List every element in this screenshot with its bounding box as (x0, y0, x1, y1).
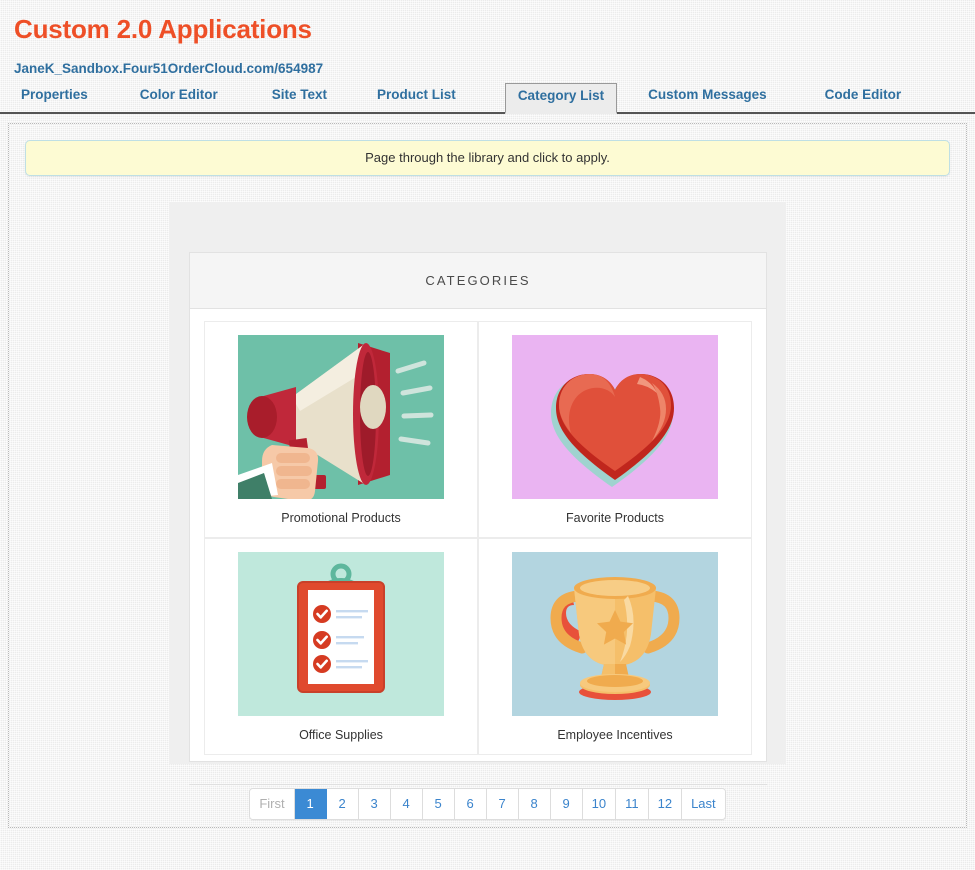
categories-panel: CATEGORIES Promotional Products Favorite… (189, 252, 767, 762)
categories-grid: Promotional Products Favorite Products O… (204, 321, 752, 755)
pagination-page-6[interactable]: 6 (454, 789, 487, 819)
megaphone-icon (238, 335, 444, 499)
pagination-page-12[interactable]: 12 (648, 789, 683, 819)
pagination-page-9[interactable]: 9 (550, 789, 583, 819)
pagination-list: First 1 2 3 4 5 6 7 8 9 10 11 12 Last (249, 788, 726, 820)
pagination-page-10[interactable]: 10 (582, 789, 617, 819)
tab-properties[interactable]: Properties (8, 82, 101, 112)
category-label: Employee Incentives (557, 728, 673, 742)
category-label: Favorite Products (566, 511, 664, 525)
pagination-page-5[interactable]: 5 (422, 789, 455, 819)
clipboard-checklist-icon (238, 552, 444, 716)
page-title: Custom 2.0 Applications (14, 14, 312, 44)
instruction-banner: Page through the library and click to ap… (25, 140, 950, 176)
categories-title: CATEGORIES (425, 273, 531, 288)
panel-divider (189, 784, 767, 785)
tab-product-list[interactable]: Product List (364, 82, 469, 112)
heart-icon (512, 335, 718, 499)
category-label: Promotional Products (281, 511, 401, 525)
pagination-page-7[interactable]: 7 (486, 789, 519, 819)
tab-bar: Properties Color Editor Site Text Produc… (0, 82, 975, 114)
content-panel: Page through the library and click to ap… (8, 123, 967, 828)
category-tile-office-supplies[interactable]: Office Supplies (204, 538, 478, 755)
tab-color-editor[interactable]: Color Editor (127, 82, 231, 112)
pagination-page-4[interactable]: 4 (390, 789, 423, 819)
site-url: JaneK_Sandbox.Four51OrderCloud.com/65498… (14, 61, 324, 76)
tab-site-text[interactable]: Site Text (259, 82, 340, 112)
pagination-page-3[interactable]: 3 (358, 789, 391, 819)
pagination-page-8[interactable]: 8 (518, 789, 551, 819)
categories-panel-header: CATEGORIES (190, 253, 766, 309)
tab-category-list[interactable]: Category List (504, 83, 618, 114)
pagination-page-2[interactable]: 2 (326, 789, 359, 819)
preview-frame: CATEGORIES Promotional Products Favorite… (169, 202, 786, 785)
category-tile-employee-incentives[interactable]: Employee Incentives (478, 538, 752, 755)
category-tile-favorite-products[interactable]: Favorite Products (478, 321, 752, 538)
tab-code-editor[interactable]: Code Editor (812, 82, 915, 112)
tab-custom-messages[interactable]: Custom Messages (635, 82, 780, 112)
category-label: Office Supplies (299, 728, 383, 742)
pagination-first[interactable]: First (250, 789, 295, 819)
categories-body: Promotional Products Favorite Products O… (190, 309, 766, 769)
pagination: First 1 2 3 4 5 6 7 8 9 10 11 12 Last (9, 788, 966, 820)
trophy-icon (512, 552, 718, 716)
category-tile-promotional-products[interactable]: Promotional Products (204, 321, 478, 538)
pagination-page-1[interactable]: 1 (294, 789, 327, 819)
pagination-last[interactable]: Last (682, 789, 725, 819)
pagination-page-11[interactable]: 11 (616, 789, 649, 819)
